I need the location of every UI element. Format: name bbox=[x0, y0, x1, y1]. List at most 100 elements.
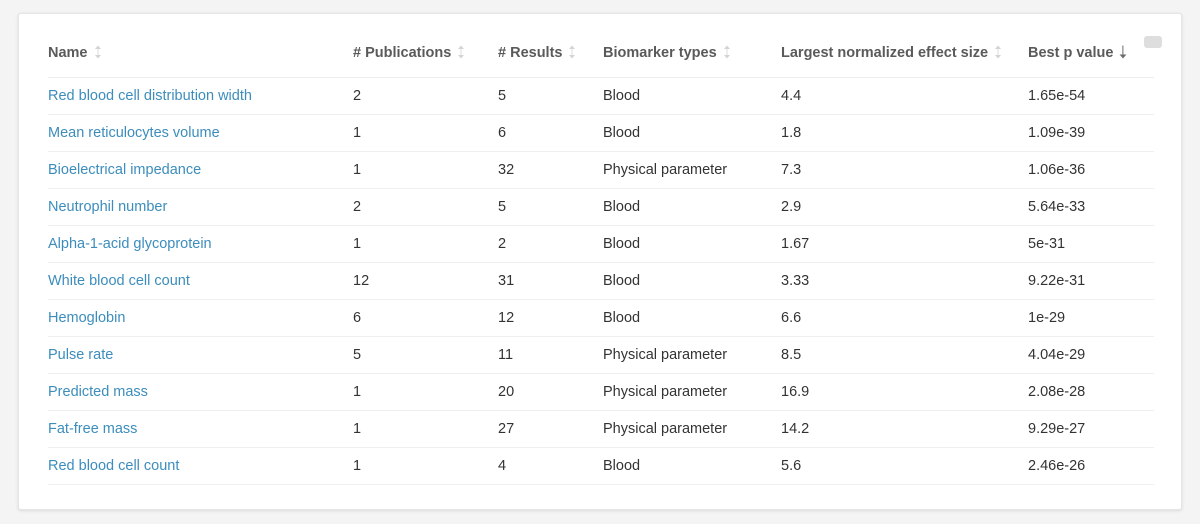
cell-publications: 2 bbox=[353, 78, 498, 115]
column-header-biomarker-types[interactable]: Biomarker types bbox=[603, 43, 781, 78]
table-row: Predicted mass 120Physical parameter16.92… bbox=[48, 374, 1154, 411]
cell-name: Pulse rate bbox=[48, 337, 353, 374]
cell-effect-size: 14.2 bbox=[781, 411, 1028, 448]
biomarker-name-link[interactable]: Hemoglobin bbox=[48, 310, 125, 326]
cell-p-value: 2.46e-26 bbox=[1028, 448, 1154, 485]
cell-effect-size: 1.8 bbox=[781, 115, 1028, 152]
cell-publications: 1 bbox=[353, 115, 498, 152]
column-header-name-label: Name bbox=[48, 45, 88, 61]
table-row: Mean reticulocytes volume16Blood1.81.09e… bbox=[48, 115, 1154, 152]
cell-name: Hemoglobin bbox=[48, 300, 353, 337]
cell-p-value: 9.29e-27 bbox=[1028, 411, 1154, 448]
column-header-best-p-value[interactable]: Best p value bbox=[1028, 43, 1154, 78]
table-row: Bioelectrical impedance132Physical param… bbox=[48, 152, 1154, 189]
cell-effect-size: 6.6 bbox=[781, 300, 1028, 337]
cell-name: Neutrophil number bbox=[48, 189, 353, 226]
biomarker-name-link[interactable]: Pulse rate bbox=[48, 347, 113, 363]
cell-effect-size: 8.5 bbox=[781, 337, 1028, 374]
cell-results: 6 bbox=[498, 115, 603, 152]
page-background: Name # Publicatio bbox=[0, 0, 1200, 524]
cell-effect-size: 3.33 bbox=[781, 263, 1028, 300]
cell-publications: 1 bbox=[353, 411, 498, 448]
cell-p-value: 5e-31 bbox=[1028, 226, 1154, 263]
cell-effect-size: 16.9 bbox=[781, 374, 1028, 411]
table-header-row: Name # Publicatio bbox=[48, 43, 1154, 78]
column-header-best-p-value-label: Best p value bbox=[1028, 45, 1113, 61]
column-header-effect-size-label: Largest normalized effect size bbox=[781, 45, 988, 61]
cell-publications: 1 bbox=[353, 374, 498, 411]
cell-publications: 12 bbox=[353, 263, 498, 300]
column-header-results[interactable]: # Results bbox=[498, 43, 603, 78]
biomarker-name-link[interactable]: Predicted mass bbox=[48, 384, 148, 400]
cell-biomarker-type: Blood bbox=[603, 78, 781, 115]
cell-results: 32 bbox=[498, 152, 603, 189]
cell-biomarker-type: Blood bbox=[603, 448, 781, 485]
table-row: Red blood cell distribution width25Blood… bbox=[48, 78, 1154, 115]
biomarker-name-link[interactable]: Red blood cell distribution width bbox=[48, 88, 252, 104]
sort-both-icon[interactable] bbox=[568, 45, 576, 59]
cell-biomarker-type: Blood bbox=[603, 300, 781, 337]
cell-name: Red blood cell count bbox=[48, 448, 353, 485]
biomarker-name-link[interactable]: Neutrophil number bbox=[48, 199, 167, 215]
cell-effect-size: 4.4 bbox=[781, 78, 1028, 115]
cell-biomarker-type: Blood bbox=[603, 263, 781, 300]
column-header-results-label: # Results bbox=[498, 45, 562, 61]
cell-p-value: 9.22e-31 bbox=[1028, 263, 1154, 300]
table-header: Name # Publicatio bbox=[48, 43, 1154, 78]
cell-biomarker-type: Physical parameter bbox=[603, 337, 781, 374]
biomarker-name-link[interactable]: Mean reticulocytes volume bbox=[48, 125, 220, 141]
cell-name: Alpha-1-acid glycoprotein bbox=[48, 226, 353, 263]
column-header-effect-size[interactable]: Largest normalized effect size bbox=[781, 43, 1028, 78]
cell-p-value: 2.08e-28 bbox=[1028, 374, 1154, 411]
cell-results: 12 bbox=[498, 300, 603, 337]
column-header-publications[interactable]: # Publications bbox=[353, 43, 498, 78]
table-row: Red blood cell count14Blood5.62.46e-26 bbox=[48, 448, 1154, 485]
cell-p-value: 5.64e-33 bbox=[1028, 189, 1154, 226]
table-row: Pulse rate 511Physical parameter8.54.04e-… bbox=[48, 337, 1154, 374]
sort-both-icon[interactable] bbox=[723, 45, 731, 59]
cell-publications: 5 bbox=[353, 337, 498, 374]
cell-p-value: 1.06e-36 bbox=[1028, 152, 1154, 189]
cell-name: Predicted mass bbox=[48, 374, 353, 411]
cell-publications: 1 bbox=[353, 226, 498, 263]
biomarker-name-link[interactable]: White blood cell count bbox=[48, 273, 190, 289]
cell-biomarker-type: Blood bbox=[603, 226, 781, 263]
cell-results: 2 bbox=[498, 226, 603, 263]
cell-biomarker-type: Blood bbox=[603, 189, 781, 226]
biomarker-name-link[interactable]: Red blood cell count bbox=[48, 458, 179, 474]
cell-name: Red blood cell distribution width bbox=[48, 78, 353, 115]
cell-name: Bioelectrical impedance bbox=[48, 152, 353, 189]
column-header-name[interactable]: Name bbox=[48, 43, 353, 78]
biomarker-name-link[interactable]: Fat-free mass bbox=[48, 421, 137, 437]
table-row: White blood cell count 1231Blood3.339.22e… bbox=[48, 263, 1154, 300]
table-body: Red blood cell distribution width25Blood… bbox=[48, 78, 1154, 485]
cell-biomarker-type: Physical parameter bbox=[603, 374, 781, 411]
cell-p-value: 1e-29 bbox=[1028, 300, 1154, 337]
cell-p-value: 1.09e-39 bbox=[1028, 115, 1154, 152]
sort-both-icon[interactable] bbox=[457, 45, 465, 59]
cell-p-value: 4.04e-29 bbox=[1028, 337, 1154, 374]
cell-effect-size: 2.9 bbox=[781, 189, 1028, 226]
cell-p-value: 1.65e-54 bbox=[1028, 78, 1154, 115]
sort-both-icon[interactable] bbox=[94, 45, 102, 59]
cell-biomarker-type: Physical parameter bbox=[603, 411, 781, 448]
table-row: Alpha-1-acid glycoprotein12Blood1.675e-3… bbox=[48, 226, 1154, 263]
cell-biomarker-type: Physical parameter bbox=[603, 152, 781, 189]
cell-name: White blood cell count bbox=[48, 263, 353, 300]
biomarker-name-link[interactable]: Bioelectrical impedance bbox=[48, 162, 201, 178]
cell-results: 5 bbox=[498, 189, 603, 226]
column-header-publications-label: # Publications bbox=[353, 45, 451, 61]
sort-both-icon[interactable] bbox=[994, 45, 1002, 59]
table-row: Hemoglobin 612Blood6.61e-29 bbox=[48, 300, 1154, 337]
cell-results: 20 bbox=[498, 374, 603, 411]
cell-publications: 6 bbox=[353, 300, 498, 337]
sort-desc-icon[interactable] bbox=[1119, 45, 1127, 59]
cell-results: 31 bbox=[498, 263, 603, 300]
table-row: Neutrophil number25Blood2.95.64e-33 bbox=[48, 189, 1154, 226]
cell-results: 11 bbox=[498, 337, 603, 374]
biomarker-name-link[interactable]: Alpha-1-acid glycoprotein bbox=[48, 236, 212, 252]
table-row: Fat-free mass127Physical parameter14.29.… bbox=[48, 411, 1154, 448]
cell-publications: 1 bbox=[353, 448, 498, 485]
cell-name: Mean reticulocytes volume bbox=[48, 115, 353, 152]
biomarker-results-table: Name # Publicatio bbox=[48, 43, 1154, 485]
